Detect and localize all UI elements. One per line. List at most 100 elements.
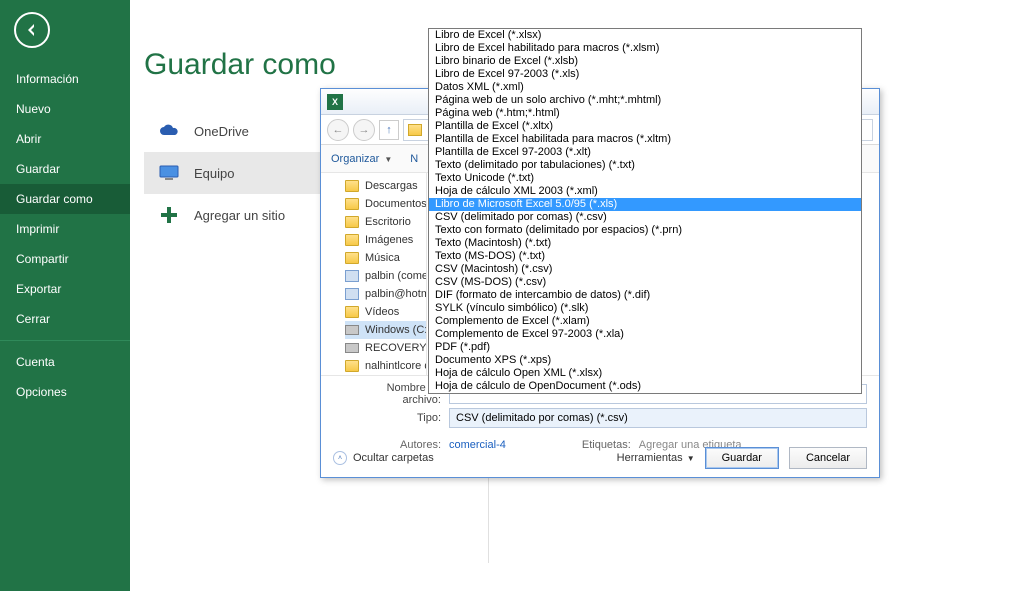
folder-icon bbox=[345, 216, 359, 228]
excel-icon: X bbox=[327, 94, 343, 110]
folder-label: Vídeos bbox=[365, 306, 399, 318]
filetype-options-list[interactable]: Libro de Excel (*.xlsx)Libro de Excel ha… bbox=[428, 28, 862, 394]
filetype-option[interactable]: Texto (Macintosh) (*.txt) bbox=[429, 237, 861, 250]
nav-back-button[interactable]: ← bbox=[327, 119, 349, 141]
folder-label: Documentos bbox=[365, 198, 427, 210]
filetype-option[interactable]: Texto Unicode (*.txt) bbox=[429, 172, 861, 185]
organize-menu[interactable]: Organizar ▼ bbox=[331, 153, 392, 165]
back-button[interactable] bbox=[14, 12, 50, 48]
folder-tree-item[interactable]: Vídeos bbox=[345, 303, 426, 321]
folder-tree[interactable]: Descargas Documentos Escritorio Imágenes Mús… bbox=[321, 173, 427, 375]
filetype-option[interactable]: DIF (formato de intercambio de datos) (*… bbox=[429, 289, 861, 302]
folder-label: Imágenes bbox=[365, 234, 413, 246]
sidebar-item[interactable]: Abrir bbox=[0, 124, 130, 154]
dialog-footer: ˄ Ocultar carpetas Herramientas ▼ Guarda… bbox=[321, 447, 879, 469]
filetype-label: Tipo: bbox=[351, 412, 441, 424]
folder-icon bbox=[345, 252, 359, 264]
folder-icon bbox=[345, 234, 359, 246]
filetype-option[interactable]: Página web (*.htm;*.html) bbox=[429, 107, 861, 120]
folder-label: Escritorio bbox=[365, 216, 411, 228]
sidebar-item[interactable]: Cuenta bbox=[0, 347, 130, 377]
arrow-left-icon bbox=[24, 22, 40, 38]
folder-tree-item[interactable]: nalhintlcore d bbox=[345, 357, 426, 375]
nav-forward-button[interactable]: → bbox=[353, 119, 375, 141]
filetype-dropdown[interactable] bbox=[449, 408, 867, 428]
computer-icon bbox=[158, 162, 180, 184]
folder-tree-item[interactable]: Documentos bbox=[345, 195, 426, 213]
folder-label: palbin@hotm bbox=[365, 288, 427, 300]
location-label: Equipo bbox=[194, 166, 234, 181]
cancel-button[interactable]: Cancelar bbox=[789, 447, 867, 469]
filetype-option[interactable]: CSV (Macintosh) (*.csv) bbox=[429, 263, 861, 276]
folder-icon bbox=[408, 124, 422, 136]
folder-tree-item[interactable]: Windows (C:) bbox=[345, 321, 426, 339]
hide-folders-label: Ocultar carpetas bbox=[353, 452, 434, 464]
filetype-option[interactable]: Documento XPS (*.xps) bbox=[429, 354, 861, 367]
filetype-option[interactable]: Texto (delimitado por tabulaciones) (*.t… bbox=[429, 159, 861, 172]
filetype-option[interactable]: Texto con formato (delimitado por espaci… bbox=[429, 224, 861, 237]
folder-tree-item[interactable]: palbin@hotm bbox=[345, 285, 426, 303]
filetype-option[interactable]: PDF (*.pdf) bbox=[429, 341, 861, 354]
filetype-option[interactable]: Datos XML (*.xml) bbox=[429, 81, 861, 94]
folder-tree-item[interactable]: palbin (comer bbox=[345, 267, 426, 285]
folder-icon bbox=[345, 198, 359, 210]
sidebar-item[interactable]: Nuevo bbox=[0, 94, 130, 124]
filetype-option[interactable]: Libro de Excel (*.xlsx) bbox=[429, 29, 861, 42]
drive-icon bbox=[345, 325, 359, 335]
filetype-option[interactable]: Complemento de Excel (*.xlam) bbox=[429, 315, 861, 328]
filetype-option[interactable]: Página web de un solo archivo (*.mht;*.m… bbox=[429, 94, 861, 107]
folder-icon bbox=[345, 288, 359, 300]
filetype-option[interactable]: Plantilla de Excel habilitada para macro… bbox=[429, 133, 861, 146]
folder-icon bbox=[345, 180, 359, 192]
sidebar-item[interactable]: Información bbox=[0, 64, 130, 94]
filetype-option[interactable]: SYLK (vínculo simbólico) (*.slk) bbox=[429, 302, 861, 315]
folder-label: palbin (comer bbox=[365, 270, 427, 282]
filetype-option[interactable]: Hoja de cálculo XML 2003 (*.xml) bbox=[429, 185, 861, 198]
sidebar-item[interactable]: Cerrar bbox=[0, 304, 130, 334]
chevron-down-icon: ▼ bbox=[384, 155, 392, 164]
folder-tree-item[interactable]: Música bbox=[345, 249, 426, 267]
drive-icon bbox=[345, 343, 359, 353]
filetype-option[interactable]: CSV (delimitado por comas) (*.csv) bbox=[429, 211, 861, 224]
filetype-option[interactable]: Plantilla de Excel (*.xltx) bbox=[429, 120, 861, 133]
filetype-option[interactable]: Texto (MS-DOS) (*.txt) bbox=[429, 250, 861, 263]
sidebar-item[interactable]: Opciones bbox=[0, 377, 130, 407]
save-button[interactable]: Guardar bbox=[705, 447, 779, 469]
folder-icon bbox=[345, 270, 359, 282]
folder-label: Descargas bbox=[365, 180, 418, 192]
filetype-option[interactable]: Complemento de Excel 97-2003 (*.xla) bbox=[429, 328, 861, 341]
folder-label: nalhintlcore d bbox=[365, 360, 427, 372]
location-label: Agregar un sitio bbox=[194, 208, 285, 223]
filetype-option[interactable]: Libro de Excel habilitado para macros (*… bbox=[429, 42, 861, 55]
folder-label: Música bbox=[365, 252, 400, 264]
sidebar-item[interactable]: Exportar bbox=[0, 274, 130, 304]
hide-folders-toggle[interactable]: ˄ Ocultar carpetas bbox=[333, 451, 434, 465]
new-folder-menu[interactable]: N bbox=[410, 153, 418, 165]
folder-label: Windows (C:) bbox=[365, 324, 427, 336]
tools-menu[interactable]: Herramientas ▼ bbox=[617, 452, 695, 464]
plus-icon bbox=[158, 204, 180, 226]
filetype-option[interactable]: Libro binario de Excel (*.xlsb) bbox=[429, 55, 861, 68]
sidebar-separator bbox=[0, 340, 130, 341]
cloud-icon bbox=[158, 120, 180, 142]
backstage-sidebar: InformaciónNuevoAbrirGuardarGuardar como… bbox=[0, 0, 130, 591]
filetype-option[interactable]: CSV (MS-DOS) (*.csv) bbox=[429, 276, 861, 289]
filetype-option[interactable]: Hoja de cálculo de OpenDocument (*.ods) bbox=[429, 380, 861, 393]
sidebar-item[interactable]: Guardar como bbox=[0, 184, 130, 214]
folder-tree-item[interactable]: Descargas bbox=[345, 177, 426, 195]
folder-tree-item[interactable]: RECOVERY (D bbox=[345, 339, 426, 357]
folder-icon bbox=[345, 306, 359, 318]
filetype-option[interactable]: Plantilla de Excel 97-2003 (*.xlt) bbox=[429, 146, 861, 159]
filetype-option[interactable]: Libro de Excel 97-2003 (*.xls) bbox=[429, 68, 861, 81]
nav-up-button[interactable]: ↑ bbox=[379, 120, 399, 140]
folder-tree-item[interactable]: Escritorio bbox=[345, 213, 426, 231]
filetype-option[interactable]: Libro de Microsoft Excel 5.0/95 (*.xls) bbox=[429, 198, 861, 211]
sidebar-item[interactable]: Compartir bbox=[0, 244, 130, 274]
folder-label: RECOVERY (D bbox=[365, 342, 427, 354]
folder-tree-item[interactable]: Imágenes bbox=[345, 231, 426, 249]
folder-icon bbox=[345, 360, 359, 372]
chevron-down-icon: ▼ bbox=[687, 454, 695, 463]
filetype-option[interactable]: Hoja de cálculo Open XML (*.xlsx) bbox=[429, 367, 861, 380]
sidebar-item[interactable]: Guardar bbox=[0, 154, 130, 184]
sidebar-item[interactable]: Imprimir bbox=[0, 214, 130, 244]
